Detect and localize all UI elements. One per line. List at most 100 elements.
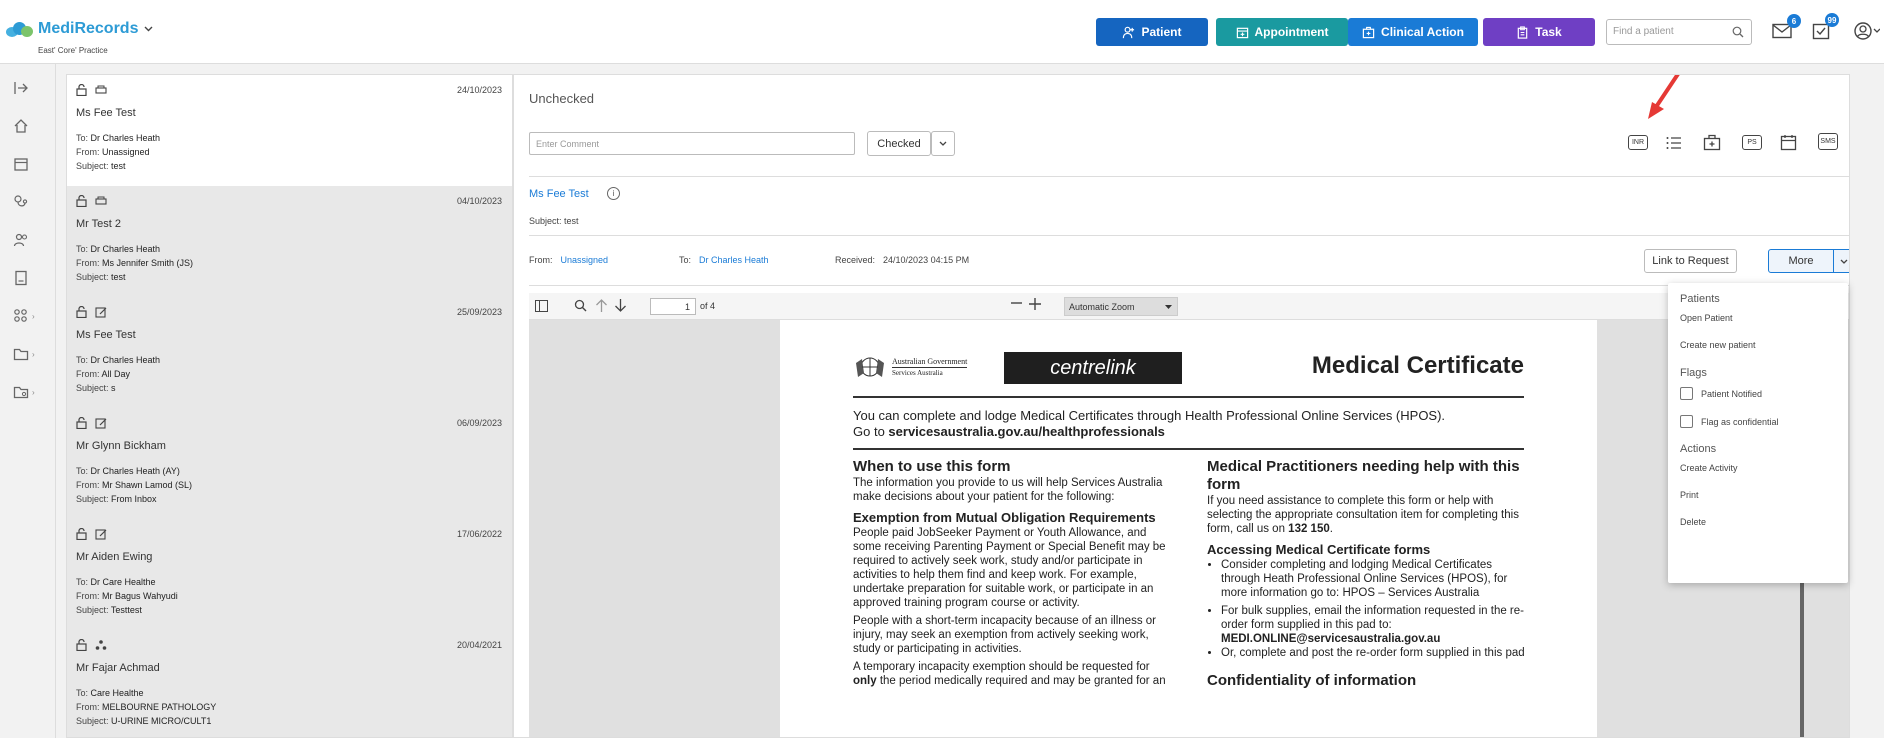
- subject-label: Subject:: [76, 494, 109, 504]
- expand-sidebar-icon[interactable]: [13, 80, 29, 96]
- chevron-right-icon[interactable]: ›: [32, 388, 35, 397]
- delete-item[interactable]: Delete: [1680, 517, 1836, 527]
- right-column: Medical Practitioners needing help with …: [1207, 458, 1527, 688]
- chevron-down-icon: [1165, 305, 1172, 309]
- checkbox-box[interactable]: [1680, 415, 1693, 428]
- unlock-icon: [76, 84, 87, 96]
- zoom-out-icon[interactable]: [1011, 302, 1022, 304]
- create-patient-item[interactable]: Create new patient: [1680, 340, 1836, 350]
- edit-icon: [95, 307, 107, 318]
- form-title: Medical Certificate: [1311, 352, 1524, 379]
- prac-a: If you need assistance to complete this …: [1207, 495, 1519, 535]
- chevron-right-icon[interactable]: ›: [32, 312, 35, 321]
- left-nav-sidebar: › › ›: [0, 64, 56, 738]
- more-dropdown-toggle[interactable]: [1833, 249, 1849, 273]
- ps-tool-button[interactable]: PS: [1742, 135, 1762, 150]
- search-icon[interactable]: [574, 299, 587, 312]
- subject-label: Subject:: [76, 716, 109, 726]
- folder-icon[interactable]: [13, 346, 29, 362]
- user-account-icon[interactable]: [1854, 22, 1881, 45]
- print-item[interactable]: Print: [1680, 490, 1836, 500]
- practice-name: East' Core' Practice: [38, 46, 108, 55]
- info-icon[interactable]: i: [607, 187, 620, 200]
- main-scrollbar[interactable]: [1857, 74, 1867, 738]
- when-to-use-text: The information you provide to us will h…: [853, 477, 1163, 503]
- arrow-down-icon[interactable]: [614, 298, 627, 313]
- sidebar-toggle-icon[interactable]: [535, 300, 548, 312]
- b2-a: For bulk supplies, email the information…: [1221, 605, 1524, 631]
- subject-label: Subject:: [76, 272, 109, 282]
- stethoscope-icon[interactable]: [13, 194, 29, 210]
- chevron-down-icon[interactable]: [144, 23, 153, 35]
- home-icon[interactable]: [13, 118, 29, 134]
- people-icon[interactable]: [13, 232, 29, 248]
- inr-tool-button[interactable]: INR: [1628, 135, 1648, 150]
- medical-bag-icon: [1703, 134, 1721, 151]
- top-bar: MediRecords East' Core' Practice Patient…: [0, 0, 1884, 64]
- practitioners-text: If you need assistance to complete this …: [1207, 494, 1527, 536]
- inbox-item[interactable]: 17/06/2022 Mr Aiden Ewing To: Dr Care He…: [67, 519, 512, 631]
- arrow-up-icon[interactable]: [595, 298, 608, 313]
- comment-input[interactable]: Enter Comment: [529, 132, 855, 155]
- inbox-item[interactable]: 04/10/2023 Mr Test 2 To: Dr Charles Heat…: [67, 186, 512, 298]
- inbox-item[interactable]: 25/09/2023 Ms Fee Test To: Dr Charles He…: [67, 297, 512, 409]
- incapacity-text: People with a short-term incapacity beca…: [853, 615, 1156, 655]
- patient-search-input[interactable]: Find a patient: [1606, 19, 1752, 45]
- inbox-item[interactable]: 24/10/2023 Ms Fee Test To: Dr Charles He…: [67, 75, 512, 187]
- inbox-item[interactable]: 06/09/2023 Mr Glynn Bickham To: Dr Charl…: [67, 408, 512, 520]
- clinical-action-button[interactable]: Clinical Action: [1348, 18, 1478, 46]
- calendar-add-icon: [1236, 27, 1248, 38]
- checked-button[interactable]: Checked: [867, 131, 931, 156]
- item-to: Dr Charles Heath: [90, 244, 161, 254]
- item-patient-name: Mr Fajar Achmad: [76, 662, 160, 674]
- calendar-tool-button[interactable]: [1780, 134, 1797, 156]
- inbox-item[interactable]: 20/04/2021 Mr Fajar Achmad To: Care Heal…: [67, 630, 512, 737]
- calendar-icon[interactable]: [13, 156, 29, 172]
- patient-notified-checkbox[interactable]: Patient Notified: [1680, 387, 1836, 400]
- link-to-request-button[interactable]: Link to Request: [1644, 249, 1737, 273]
- app-logo[interactable]: MediRecords: [6, 20, 153, 38]
- temporary-exemption-text: A temporary incapacity exemption should …: [853, 660, 1173, 688]
- zoom-select[interactable]: Automatic Zoom: [1064, 297, 1178, 316]
- document-icon[interactable]: [13, 270, 29, 286]
- to-link[interactable]: Dr Charles Heath: [699, 255, 769, 265]
- page-number-input[interactable]: 1: [650, 298, 696, 315]
- apps-icon[interactable]: [13, 308, 29, 324]
- appointment-button[interactable]: Appointment: [1216, 18, 1348, 46]
- open-patient-item[interactable]: Open Patient: [1680, 313, 1836, 323]
- medical-bag-tool-button[interactable]: [1703, 134, 1721, 156]
- chevron-right-icon[interactable]: ›: [32, 350, 35, 359]
- from-label: From:: [76, 258, 100, 268]
- red-arrow-annotation: [1648, 75, 1680, 119]
- unlock-icon: [76, 306, 87, 318]
- flag-confidential-checkbox[interactable]: Flag as confidential: [1680, 415, 1836, 428]
- unlock-icon: [76, 195, 87, 207]
- sms-tool-button[interactable]: SMS: [1818, 133, 1838, 150]
- task-list-icon[interactable]: 99: [1812, 13, 1839, 45]
- mail-badge: 6: [1787, 14, 1801, 28]
- title-rule: [853, 396, 1524, 398]
- from-link[interactable]: Unassigned: [561, 255, 609, 265]
- patient-button[interactable]: Patient: [1096, 18, 1208, 46]
- more-dropdown-menu: Patients Open Patient Create new patient…: [1668, 283, 1848, 583]
- patient-name-link[interactable]: Ms Fee Test: [529, 188, 589, 200]
- checkbox-box[interactable]: [1680, 387, 1693, 400]
- task-button[interactable]: Task: [1483, 18, 1595, 46]
- mail-icon[interactable]: 6: [1772, 14, 1801, 44]
- actions-section-heading: Actions: [1680, 443, 1717, 455]
- list-tool-button[interactable]: [1666, 136, 1682, 155]
- more-button[interactable]: More: [1768, 249, 1834, 273]
- pdf-toolbar: 1 of 4 Automatic Zoom: [529, 293, 1849, 320]
- to-label: To:: [76, 688, 89, 698]
- list-icon: [1666, 137, 1681, 149]
- create-activity-item[interactable]: Create Activity: [1680, 463, 1836, 473]
- page-count: of 4: [700, 301, 716, 311]
- pdf-viewer[interactable]: Australian Government Services Australia…: [529, 320, 1849, 737]
- folder-settings-icon[interactable]: [13, 384, 29, 400]
- item-subject: test: [111, 161, 126, 171]
- item-to: Care Healthe: [90, 688, 144, 698]
- item-patient-name: Mr Glynn Bickham: [76, 440, 166, 452]
- checked-dropdown-toggle[interactable]: [931, 131, 955, 156]
- document-detail-panel: Unchecked Enter Comment Checked INR PS S…: [513, 74, 1850, 738]
- zoom-in-icon[interactable]: [1029, 298, 1041, 310]
